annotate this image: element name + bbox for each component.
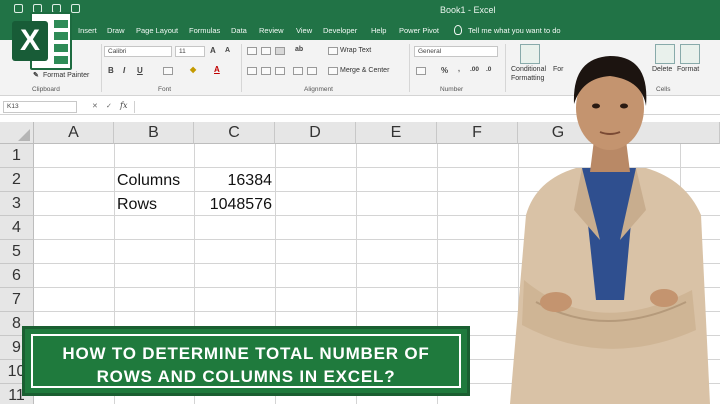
cell-c3[interactable]: 1048576 (196, 196, 272, 214)
align-top-icon[interactable] (247, 47, 257, 55)
banner-line-1: HOW TO DETERMINE TOTAL NUMBER OF (62, 344, 430, 363)
italic-button[interactable]: I (123, 66, 125, 75)
number-group-label: Number (440, 86, 464, 93)
align-left-icon[interactable] (247, 67, 257, 75)
logo-cell (54, 32, 68, 40)
group-divider (101, 44, 102, 92)
tab-draw[interactable]: Draw (107, 26, 125, 35)
enter-icon[interactable]: ✓ (106, 102, 112, 110)
hand-right (650, 289, 678, 307)
font-size-select[interactable]: 11 (175, 46, 205, 57)
font-group-label: Font (158, 86, 172, 93)
hand-left (540, 292, 572, 312)
currency-icon[interactable] (416, 67, 426, 75)
eye-right (620, 103, 628, 109)
cell-c2[interactable]: 16384 (196, 172, 273, 190)
underline-button[interactable]: U (137, 66, 143, 75)
align-bottom-icon[interactable] (275, 47, 285, 55)
row-header-5[interactable]: 5 (0, 240, 34, 264)
logo-cell (54, 44, 68, 52)
column-header-e[interactable]: E (356, 122, 437, 144)
increase-indent-icon[interactable] (307, 67, 317, 75)
tab-formulas[interactable]: Formulas (189, 26, 220, 35)
row-header-1[interactable]: 1 (0, 144, 34, 168)
column-header-c[interactable]: C (194, 122, 275, 144)
presenter-photo (510, 56, 710, 404)
merge-center-button[interactable]: Merge & Center (340, 67, 389, 74)
cancel-icon[interactable]: ✕ (92, 102, 98, 110)
decrease-indent-icon[interactable] (293, 67, 303, 75)
alignment-group-label: Alignment (304, 86, 333, 93)
borders-icon[interactable] (163, 67, 173, 75)
decrease-decimal-icon[interactable]: .0 (486, 66, 491, 73)
name-box[interactable]: K13 (3, 101, 77, 113)
decrease-font-icon[interactable]: A (225, 47, 230, 54)
row-header-6[interactable]: 6 (0, 264, 34, 288)
insert-function-button[interactable]: fx (120, 101, 127, 110)
column-header-b[interactable]: B (114, 122, 194, 144)
fill-color-icon[interactable]: ◆ (190, 65, 196, 74)
align-right-icon[interactable] (275, 67, 285, 75)
title-bar (0, 0, 720, 22)
column-header-d[interactable]: D (275, 122, 356, 144)
comma-style-icon[interactable]: , (458, 66, 460, 73)
bold-button[interactable]: B (108, 66, 114, 75)
row-header-4[interactable]: 4 (0, 216, 34, 240)
tab-view[interactable]: View (296, 26, 312, 35)
logo-cell (54, 56, 68, 64)
increase-decimal-icon[interactable]: .00 (470, 66, 479, 73)
tab-power-pivot[interactable]: Power Pivot (399, 26, 439, 35)
increase-font-icon[interactable]: A (210, 46, 216, 55)
align-center-icon[interactable] (261, 67, 271, 75)
logo-cell (54, 20, 68, 28)
merge-center-icon (328, 67, 338, 75)
column-header-a[interactable]: A (34, 122, 114, 144)
row-header-3[interactable]: 3 (0, 192, 34, 216)
tell-me-search[interactable]: Tell me what you want to do (468, 26, 561, 35)
group-divider (241, 44, 242, 92)
tab-data[interactable]: Data (231, 26, 247, 35)
tab-developer[interactable]: Developer (323, 26, 357, 35)
select-all-button[interactable] (0, 122, 34, 144)
tab-help[interactable]: Help (371, 26, 386, 35)
select-all-triangle-icon (18, 129, 30, 141)
lightbulb-icon (454, 25, 462, 35)
group-divider (409, 44, 410, 92)
excel-logo: X (8, 8, 74, 74)
wrap-text-icon (328, 47, 338, 55)
wrap-text-button[interactable]: Wrap Text (340, 47, 371, 54)
orientation-icon[interactable]: ab (295, 46, 303, 53)
align-middle-icon[interactable] (261, 47, 271, 55)
cell-b2[interactable]: Columns (117, 172, 180, 190)
cell-b3[interactable]: Rows (117, 196, 157, 214)
clipboard-group-label: Clipboard (32, 86, 60, 93)
document-title: Book1 - Excel (440, 5, 496, 15)
tab-review[interactable]: Review (259, 26, 284, 35)
font-name-select[interactable]: Calibri (104, 46, 172, 57)
tab-insert[interactable]: Insert (78, 26, 97, 35)
title-banner: HOW TO DETERMINE TOTAL NUMBER OF ROWS AN… (22, 326, 470, 396)
row-header-2[interactable]: 2 (0, 168, 34, 192)
percent-button[interactable]: % (441, 66, 448, 75)
banner-frame: HOW TO DETERMINE TOTAL NUMBER OF ROWS AN… (31, 334, 461, 388)
number-format-select[interactable]: General (414, 46, 498, 57)
excel-x-icon: X (12, 21, 48, 61)
row-header-7[interactable]: 7 (0, 288, 34, 312)
banner-line-2: ROWS AND COLUMNS IN EXCEL? (96, 367, 396, 386)
font-color-icon[interactable]: A (214, 65, 220, 74)
eye-left (592, 103, 600, 109)
tab-page-layout[interactable]: Page Layout (136, 26, 178, 35)
